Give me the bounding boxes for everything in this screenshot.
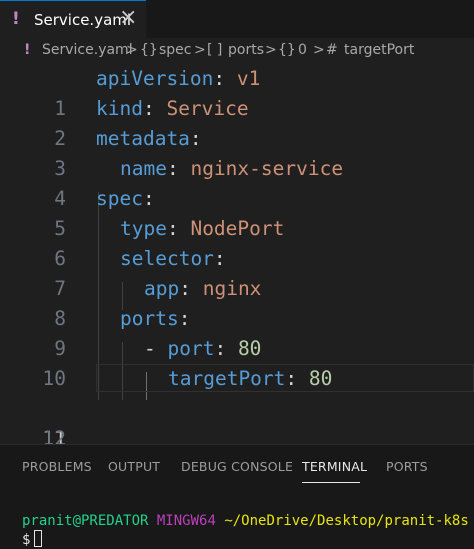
yaml-key: port — [167, 337, 215, 360]
code-line-active: 11 targetPort: 80 — [0, 364, 474, 450]
yaml-key: selector — [120, 247, 214, 270]
yaml-value: 80 — [237, 337, 262, 360]
yaml-value: nginx — [202, 277, 262, 300]
yaml-value: 80 — [308, 367, 333, 390]
editor-tab-bar: ! Service.yaml × — [0, 0, 474, 38]
chevron-right-icon: > — [126, 42, 138, 58]
yaml-value: nginx-service — [190, 157, 344, 180]
tab-problems[interactable]: PROBLEMS — [22, 459, 92, 474]
yaml-key: app — [144, 277, 180, 300]
list-dash: - — [144, 337, 168, 360]
colon: : — [213, 247, 226, 270]
code-line: 6 type: NodePort — [0, 214, 474, 270]
code-line: 7 selector: — [0, 244, 474, 300]
colon: : — [178, 307, 191, 330]
tab-output[interactable]: OUTPUT — [108, 459, 160, 474]
chevron-right-icon: > — [194, 42, 206, 58]
object-icon: {} — [140, 42, 158, 58]
code-line: 8 app: nginx — [0, 274, 474, 330]
code-line: 3 metadata: — [0, 124, 474, 180]
colon: : — [214, 337, 238, 360]
tab-filename: Service.yaml — [34, 11, 132, 29]
code-line: 2 kind: Service — [0, 94, 474, 150]
colon: : — [213, 67, 237, 90]
yaml-value: v1 — [236, 67, 261, 90]
yaml-file-icon: ! — [12, 9, 20, 29]
yaml-key: kind — [96, 97, 143, 120]
colon: : — [179, 277, 203, 300]
yaml-key: metadata — [96, 127, 190, 150]
yaml-value: NodePort — [190, 217, 285, 240]
number-icon: # — [326, 42, 338, 58]
colon: : — [166, 217, 191, 240]
code-editor[interactable]: 1 apiVersion: v1 2 kind: Service 3 metad… — [0, 64, 474, 450]
breadcrumb-spec[interactable]: spec — [159, 42, 192, 58]
breadcrumb-targetport[interactable]: targetPort — [344, 42, 414, 58]
colon: : — [166, 157, 191, 180]
tab-service-yaml[interactable]: ! Service.yaml × — [0, 0, 146, 38]
terminal-cursor — [34, 530, 43, 547]
yaml-value: Service — [166, 97, 249, 120]
breadcrumb-file[interactable]: Service.yaml — [42, 42, 133, 58]
terminal-path: ~/OneDrive/Desktop/pranit-k8s — [224, 513, 469, 529]
yaml-key: name — [120, 157, 167, 180]
tab-ports[interactable]: PORTS — [386, 459, 428, 474]
yaml-key: targetPort — [168, 367, 286, 390]
breadcrumb: ! Service.yaml > {} spec > [ ] ports > {… — [0, 38, 474, 64]
terminal-prompt: $ — [22, 532, 31, 548]
colon: : — [142, 97, 167, 120]
yaml-file-icon: ! — [24, 42, 31, 58]
code-line: 10 - port: 80 — [0, 334, 474, 390]
yaml-key: spec — [96, 187, 143, 210]
chevron-right-icon: > — [265, 42, 277, 58]
bottom-panel: PROBLEMS OUTPUT DEBUG CONSOLE TERMINAL P… — [0, 444, 474, 549]
terminal-input-line[interactable]: $ — [22, 530, 43, 548]
colon: : — [142, 187, 155, 210]
code-line: 4 name: nginx-service — [0, 154, 474, 210]
colon: : — [285, 367, 309, 390]
code-line: 5 spec: — [0, 184, 474, 240]
colon: : — [189, 127, 202, 150]
terminal-system: MINGW64 — [156, 513, 216, 529]
yaml-key: ports — [120, 307, 179, 330]
active-tab-indicator — [302, 482, 360, 483]
tab-terminal[interactable]: TERMINAL — [302, 459, 367, 474]
code-line: 1 apiVersion: v1 — [0, 64, 474, 120]
tab-debug-console[interactable]: DEBUG CONSOLE — [181, 459, 293, 474]
terminal-user: pranit@PREDATOR — [22, 513, 149, 529]
terminal-prompt-line: pranit@PREDATOR MINGW64 ~/OneDrive/Deskt… — [22, 513, 469, 529]
close-icon[interactable]: × — [119, 6, 137, 30]
code-line: 12 — [0, 394, 474, 450]
yaml-key: type — [120, 217, 167, 240]
code-line: 9 ports: — [0, 304, 474, 360]
object-icon: {} — [278, 42, 296, 58]
breadcrumb-index[interactable]: 0 — [298, 42, 307, 58]
breadcrumb-ports[interactable]: ports — [228, 42, 264, 58]
chevron-right-icon: > — [313, 42, 325, 58]
yaml-key: apiVersion — [96, 67, 214, 90]
array-icon: [ ] — [207, 42, 223, 58]
